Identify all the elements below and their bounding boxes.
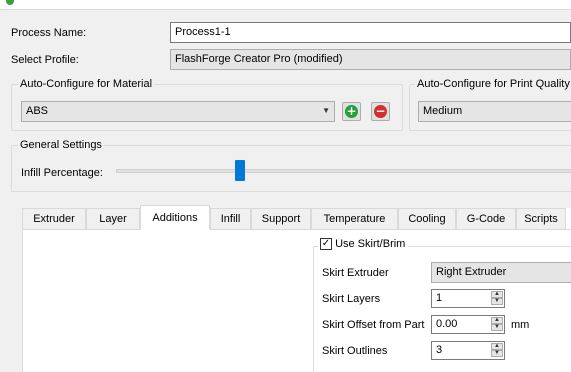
tab-support[interactable]: Support (251, 208, 311, 229)
skirt-outlines-label: Skirt Outlines (322, 345, 388, 357)
chevron-down-icon: ▼ (322, 106, 330, 115)
add-material-button[interactable]: + (342, 102, 361, 121)
skirt-layers-spinbox[interactable]: 1 ▲ ▼ (431, 289, 505, 308)
tab-layer[interactable]: Layer (86, 208, 140, 229)
skirt-layers-value: 1 (436, 292, 443, 304)
tab-bar: Extruder Layer Additions Infill Support Tempe… (22, 205, 571, 230)
infill-slider-track[interactable] (116, 169, 571, 173)
spin-up-icon[interactable]: ▲ (491, 317, 503, 324)
skirt-layers-label: Skirt Layers (322, 293, 381, 305)
quality-group-title: Auto-Configure for Print Quality (415, 78, 571, 90)
skirt-offset-unit: mm (511, 319, 530, 331)
app-logo-icon (6, 0, 14, 5)
skirt-offset-label: Skirt Offset from Part (322, 319, 425, 331)
skirt-offset-spinbox[interactable]: 0.00 ▲ ▼ (431, 315, 505, 334)
tab-temperature[interactable]: Temperature (311, 208, 398, 229)
spin-up-icon[interactable]: ▲ (491, 291, 503, 298)
tab-scripts[interactable]: Scripts (516, 208, 566, 229)
material-dropdown[interactable]: ABS ▼ (21, 101, 335, 122)
tab-extruder[interactable]: Extruder (22, 208, 86, 229)
spin-down-icon[interactable]: ▼ (491, 350, 503, 357)
skirt-offset-stepper[interactable]: ▲ ▼ (491, 317, 503, 332)
tab-additions[interactable]: Additions (140, 205, 210, 230)
select-profile-dropdown[interactable]: FlashForge Creator Pro (modified) (170, 49, 571, 70)
use-skirt-checkbox[interactable]: ✓ (320, 238, 332, 251)
skirt-outlines-spinbox[interactable]: 3 ▲ ▼ (431, 341, 505, 360)
use-skirt-checkbox-row[interactable]: ✓ Use Skirt/Brim (318, 238, 409, 251)
use-skirt-label: Use Skirt/Brim (335, 238, 406, 251)
infill-percentage-label: Infill Percentage: (21, 167, 103, 179)
spin-down-icon[interactable]: ▼ (491, 298, 503, 305)
general-settings-title: General Settings (18, 139, 104, 151)
minus-icon: − (374, 104, 387, 118)
quality-dropdown[interactable]: Medium (418, 101, 571, 122)
skirt-outlines-value: 3 (436, 344, 443, 356)
spin-down-icon[interactable]: ▼ (491, 324, 503, 331)
skirt-outlines-stepper[interactable]: ▲ ▼ (491, 343, 503, 358)
skirt-layers-stepper[interactable]: ▲ ▼ (491, 291, 503, 306)
tab-cooling[interactable]: Cooling (398, 208, 456, 229)
window-titlebar (0, 0, 571, 10)
skirt-extruder-label: Skirt Extruder (322, 267, 389, 279)
infill-slider-handle[interactable] (235, 160, 246, 181)
tab-infill[interactable]: Infill (210, 208, 251, 229)
skirt-extruder-dropdown[interactable]: Right Extruder (431, 262, 571, 283)
plus-icon: + (345, 104, 358, 118)
tab-g-code[interactable]: G-Code (456, 208, 516, 229)
remove-material-button[interactable]: − (371, 102, 390, 121)
material-group-title: Auto-Configure for Material (18, 78, 155, 90)
process-name-input[interactable]: Process1-1 (170, 22, 571, 43)
select-profile-label: Select Profile: (11, 54, 79, 66)
skirt-offset-value: 0.00 (436, 318, 458, 330)
spin-up-icon[interactable]: ▲ (491, 343, 503, 350)
material-dropdown-value: ABS (26, 105, 49, 117)
process-name-label: Process Name: (11, 27, 87, 39)
